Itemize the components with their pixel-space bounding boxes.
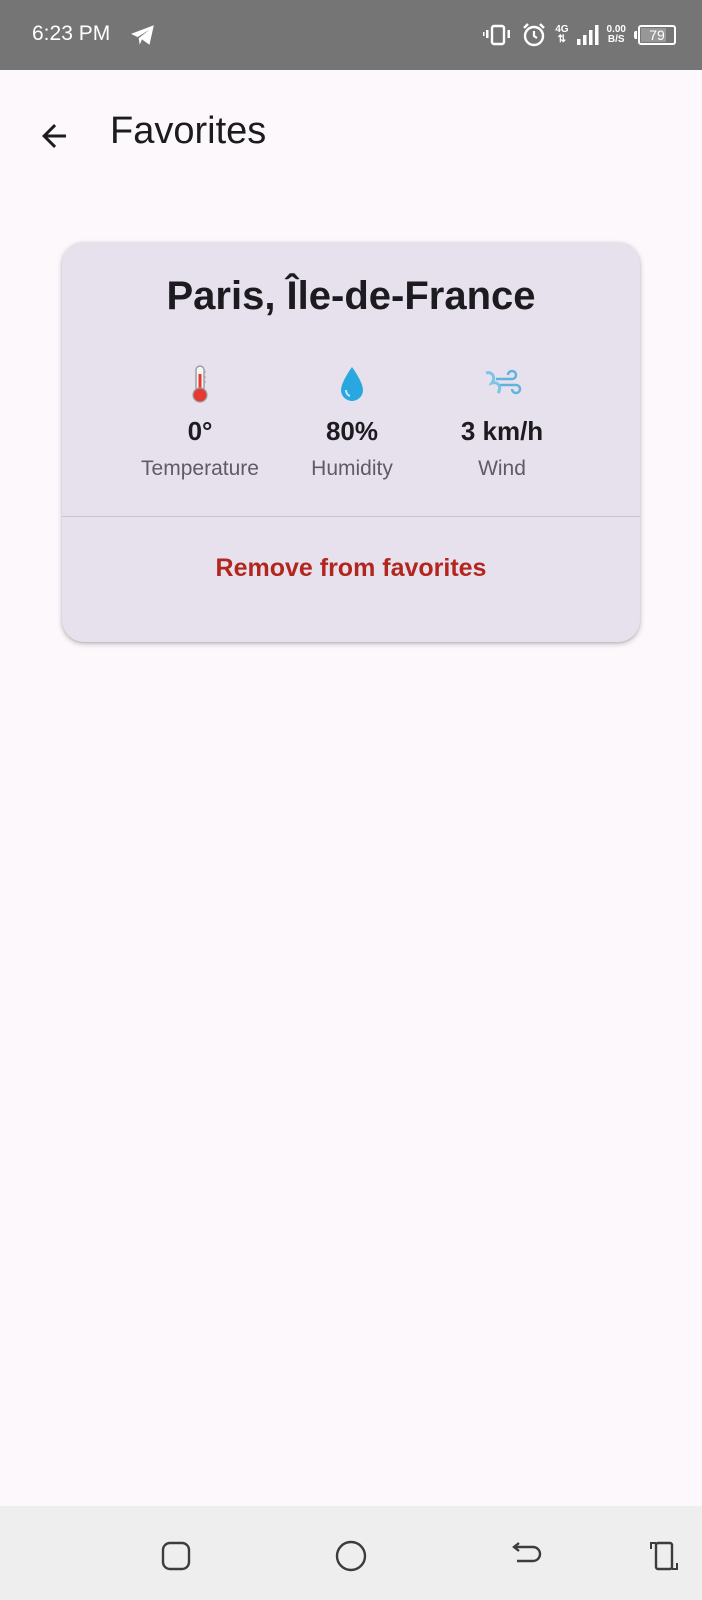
- network-type: 4G ⇅: [555, 24, 569, 45]
- home-button[interactable]: [331, 1536, 371, 1576]
- weather-stats: 0° Temperature 80% Humidity 3 km/h Wind: [62, 362, 640, 482]
- telegram-icon: [131, 25, 154, 45]
- battery-icon: 79: [634, 25, 676, 45]
- stat-wind: 3 km/h Wind: [412, 362, 592, 481]
- network-speed: 0.00 B/S: [606, 24, 626, 45]
- wind-value: 3 km/h: [460, 416, 544, 446]
- battery-percent: 79: [649, 27, 665, 43]
- favorite-card: Paris, Île-de-France 0° Temperature 80% …: [62, 242, 640, 642]
- status-time: 6:23 PM: [32, 22, 111, 45]
- back-button[interactable]: [30, 112, 78, 160]
- status-bar: 6:23 PM 4G ⇅ 0.00 B/S 79: [0, 0, 702, 70]
- thermometer-icon: [192, 365, 208, 403]
- alarm-icon: [523, 23, 546, 47]
- back-icon: [512, 1542, 542, 1563]
- system-nav-bar: [0, 1506, 702, 1600]
- page-title: Favorites: [110, 110, 267, 152]
- recents-button[interactable]: [156, 1536, 196, 1576]
- rotate-icon: [650, 1541, 678, 1571]
- card-divider: [62, 516, 640, 517]
- wind-icon: [485, 369, 522, 395]
- droplet-icon: [341, 367, 363, 401]
- status-icons: 4G ⇅ 0.00 B/S 79: [483, 20, 676, 50]
- vibrate-icon: [483, 24, 511, 46]
- recents-icon: [161, 1541, 191, 1571]
- remove-favorite-button[interactable]: Remove from favorites: [62, 554, 640, 583]
- city-name: Paris, Île-de-France: [166, 274, 536, 318]
- rotate-button[interactable]: [644, 1536, 684, 1576]
- signal-icon: [576, 25, 599, 45]
- nav-back-button[interactable]: [506, 1536, 546, 1576]
- arrow-back-icon: [42, 124, 66, 148]
- home-icon: [335, 1540, 367, 1572]
- wind-label: Wind: [478, 457, 526, 480]
- app-bar: Favorites: [0, 70, 702, 198]
